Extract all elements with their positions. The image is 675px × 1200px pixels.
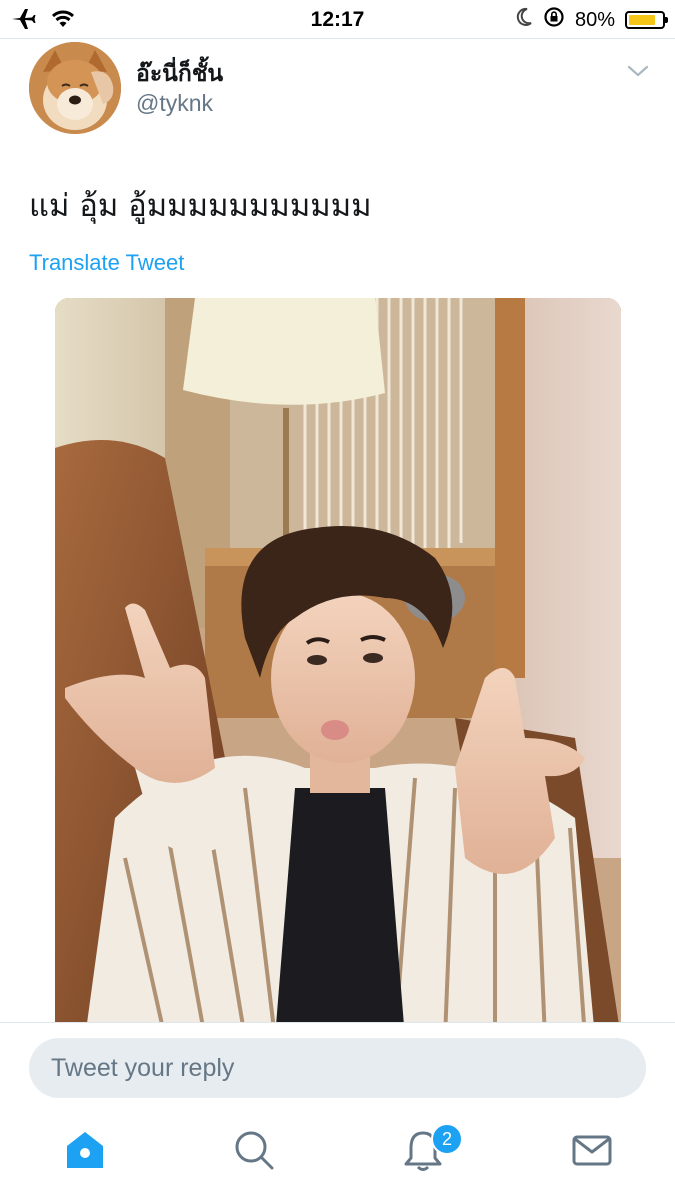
battery-tip — [665, 17, 668, 23]
home-icon — [67, 1132, 103, 1168]
search-icon — [235, 1131, 274, 1170]
avatar[interactable] — [29, 42, 121, 134]
tab-bar — [0, 1108, 675, 1200]
battery-level-fill — [629, 15, 655, 25]
photo-illustration — [55, 298, 621, 1038]
tweet-detail-screen: 12:17 80% อ๊ะนี่ก็ชั้น @tyknk แม่ อุ้ม อ… — [0, 0, 675, 1200]
display-name[interactable]: อ๊ะนี่ก็ชั้น — [136, 56, 223, 92]
user-handle[interactable]: @tyknk — [136, 90, 213, 117]
notifications-badge: 2 — [431, 1123, 463, 1155]
envelope-icon — [572, 1135, 612, 1166]
tab-home[interactable] — [63, 1128, 107, 1172]
translate-tweet-link[interactable]: Translate Tweet — [29, 250, 184, 276]
tweet-photo[interactable] — [55, 298, 621, 1038]
battery-percent: 80% — [574, 8, 615, 31]
rotation-lock-icon — [543, 6, 565, 34]
moon-icon — [515, 7, 533, 33]
status-bar: 12:17 80% — [0, 0, 675, 39]
avatar-image — [29, 42, 121, 134]
battery-icon — [625, 11, 668, 29]
chevron-down-icon[interactable] — [626, 62, 650, 80]
status-right: 80% — [515, 6, 668, 34]
tweet-text: แม่ อุ้ม อู้มมมมมมมมมมม — [29, 188, 372, 224]
reply-input[interactable]: Tweet your reply — [29, 1038, 646, 1098]
tab-messages[interactable] — [570, 1128, 614, 1172]
tab-search[interactable] — [232, 1128, 276, 1172]
